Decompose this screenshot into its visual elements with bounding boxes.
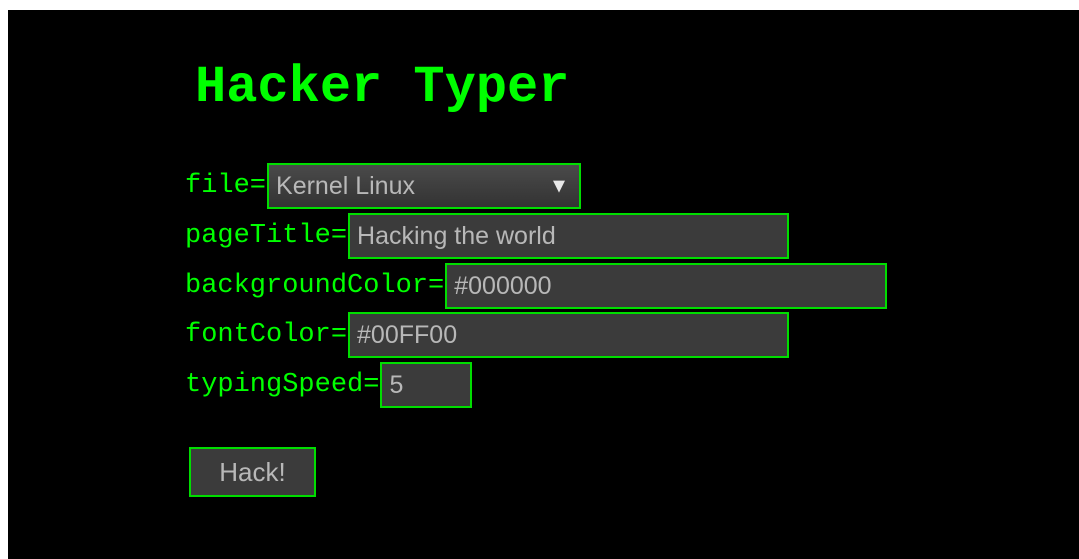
page-title: Hacker Typer: [195, 58, 570, 117]
background-color-input-value: #000000: [454, 271, 552, 300]
typing-speed-input[interactable]: 5: [380, 362, 473, 408]
background-color-label: backgroundColor=: [185, 271, 445, 301]
hack-button[interactable]: Hack!: [189, 447, 316, 497]
typing-speed-row: typingSpeed= 5: [185, 362, 473, 408]
page-title-input-value: Hacking the world: [357, 221, 556, 250]
file-select[interactable]: Kernel Linux: [267, 163, 582, 209]
page-title-label: pageTitle=: [185, 221, 348, 251]
font-color-row: fontColor= #00FF00: [185, 312, 790, 358]
background-color-input[interactable]: #000000: [445, 263, 888, 309]
file-label: file=: [185, 171, 267, 201]
page-title-row: pageTitle= Hacking the world: [185, 213, 790, 259]
font-color-input-value: #00FF00: [357, 320, 458, 349]
file-select-value: Kernel Linux: [276, 171, 415, 200]
page-title-input[interactable]: Hacking the world: [348, 213, 790, 259]
font-color-input[interactable]: #00FF00: [348, 312, 790, 358]
font-color-label: fontColor=: [185, 320, 348, 350]
chevron-down-icon: [553, 180, 566, 193]
file-row: file= Kernel Linux: [185, 163, 582, 209]
typing-speed-input-value: 5: [389, 370, 404, 399]
background-color-row: backgroundColor= #000000: [185, 263, 888, 309]
typing-speed-label: typingSpeed=: [185, 370, 380, 400]
